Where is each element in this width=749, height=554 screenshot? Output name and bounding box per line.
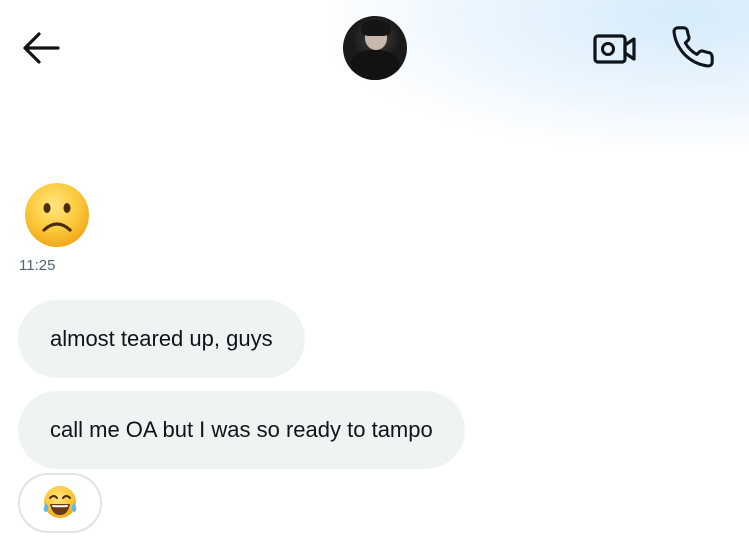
message-reaction[interactable] xyxy=(18,473,102,533)
avatar-figure-body xyxy=(351,50,399,80)
conversation-header xyxy=(0,0,749,100)
message-timestamp: 11:25 xyxy=(19,257,56,274)
phone-icon xyxy=(672,26,714,68)
message-bubble[interactable]: call me OA but I was so ready to tampo xyxy=(18,391,465,469)
back-button[interactable] xyxy=(18,28,64,68)
message-bubble[interactable]: almost teared up, guys xyxy=(18,300,305,378)
video-call-icon xyxy=(593,34,636,64)
tears-of-joy-emoji xyxy=(43,486,77,518)
avatar[interactable] xyxy=(343,16,407,80)
frowning-face-emoji xyxy=(25,183,89,247)
avatar-figure-hair xyxy=(361,20,391,36)
arrow-left-icon xyxy=(23,32,60,64)
voice-call-button[interactable] xyxy=(670,24,716,70)
emoji-message[interactable] xyxy=(22,180,92,250)
video-call-button[interactable] xyxy=(592,30,638,68)
